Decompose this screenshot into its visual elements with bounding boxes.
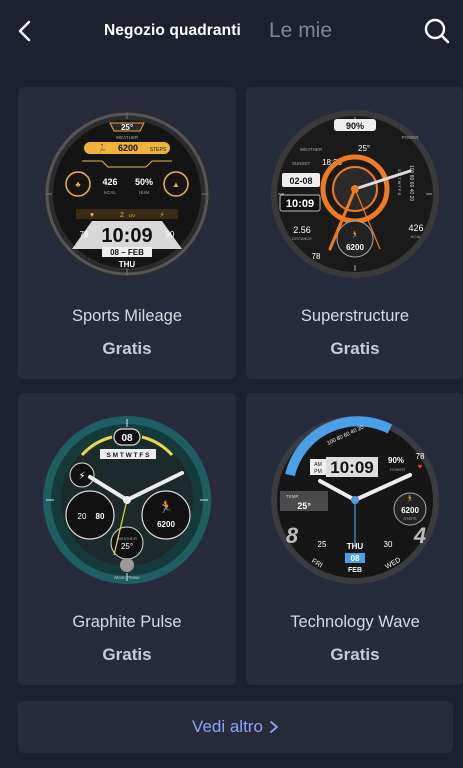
svg-text:10:09: 10:09 [286, 198, 314, 210]
svg-text:POWER: POWER [401, 135, 419, 140]
svg-text:25°: 25° [121, 123, 133, 132]
watchface-name: Graphite Pulse [72, 613, 182, 631]
svg-text:426: 426 [408, 223, 423, 233]
svg-text:30: 30 [384, 540, 393, 549]
search-icon [424, 18, 450, 44]
svg-text:2: 2 [120, 212, 124, 219]
svg-text:STEPS: STEPS [150, 147, 167, 153]
svg-text:DISTANCE: DISTANCE [292, 236, 312, 241]
svg-text:25°: 25° [358, 144, 370, 153]
see-more-button[interactable]: Vedi altro [18, 701, 453, 753]
svg-text:10:09: 10:09 [101, 225, 152, 247]
svg-text:POWER: POWER [390, 467, 405, 472]
svg-text:08: 08 [351, 554, 360, 563]
svg-text:20: 20 [78, 512, 87, 521]
svg-text:🏃: 🏃 [159, 500, 174, 514]
watchface-price: Gratis [102, 645, 152, 664]
svg-text:6200: 6200 [157, 520, 175, 529]
svg-text:6200: 6200 [118, 143, 138, 153]
watchface-name: Superstructure [300, 307, 410, 325]
watchface-card-technology-wave[interactable]: 100 80 60 40 20 AM PM 10:09 90% POWER 78… [246, 393, 463, 685]
svg-text:♥: ♥ [90, 212, 94, 219]
svg-text:90: 90 [166, 230, 175, 239]
svg-text:90%: 90% [388, 456, 404, 465]
svg-text:HUM: HUM [139, 190, 149, 195]
svg-text:TEMP: TEMP [286, 494, 299, 499]
search-button[interactable] [420, 14, 454, 48]
svg-text:Moon Phase: Moon Phase [114, 575, 140, 580]
watchface-preview-superstructure: 90% POWER WEATHER 25° SUNSET 18:30 02-08… [271, 110, 439, 278]
svg-text:⚡: ⚡ [78, 471, 85, 482]
watchface-name: Technology Wave [290, 613, 420, 631]
svg-text:KCAL: KCAL [104, 190, 116, 195]
svg-text:2.56: 2.56 [293, 225, 311, 235]
svg-text:UV: UV [129, 213, 135, 218]
watchface-price: Gratis [102, 339, 152, 358]
back-button[interactable] [10, 16, 40, 46]
svg-text:FEB: FEB [348, 567, 362, 574]
svg-text:90%: 90% [346, 121, 364, 131]
svg-text:WEATHER: WEATHER [116, 135, 139, 140]
svg-text:25°: 25° [297, 501, 311, 511]
watchface-preview-sports-mileage: 25° WEATHER 🏃 6200 STEPS ♣ ▲ 426 KCAL 50… [43, 110, 211, 278]
svg-text:6200: 6200 [401, 506, 419, 515]
svg-text:S M T W T F S: S M T W T F S [107, 452, 151, 459]
svg-text:♣: ♣ [75, 180, 81, 189]
svg-text:WEATHER: WEATHER [117, 536, 137, 541]
svg-text:SUNSET: SUNSET [292, 161, 311, 166]
svg-text:THU: THU [119, 260, 136, 269]
watchface-card-sports-mileage[interactable]: 25° WEATHER 🏃 6200 STEPS ♣ ▲ 426 KCAL 50… [18, 87, 236, 379]
svg-text:02-08: 02-08 [289, 176, 312, 186]
watchface-preview-graphite-pulse: 08 S M T W T F S ⚡ 20 80 🏃 6200 WEATHER … [43, 416, 211, 584]
see-more-label: Vedi altro [192, 717, 263, 736]
svg-text:08: 08 [121, 433, 133, 444]
svg-text:4: 4 [413, 523, 426, 548]
watchface-preview-technology-wave: 100 80 60 40 20 AM PM 10:09 90% POWER 78… [271, 416, 439, 584]
svg-text:STEPS: STEPS [403, 516, 416, 521]
tab-watchface-store[interactable]: Negozio quadranti [104, 22, 241, 40]
back-chevron-icon [18, 20, 31, 42]
svg-text:08 – FEB: 08 – FEB [110, 248, 144, 257]
svg-text:⚡: ⚡ [160, 211, 165, 219]
top-bar: Negozio quadranti Le mie [0, 0, 463, 62]
tab-my-faces[interactable]: Le mie [269, 19, 332, 43]
svg-text:🏃: 🏃 [97, 143, 107, 153]
svg-text:AM: AM [314, 462, 322, 468]
svg-text:25: 25 [318, 540, 327, 549]
watchface-card-graphite-pulse[interactable]: 08 S M T W T F S ⚡ 20 80 🏃 6200 WEATHER … [18, 393, 236, 685]
svg-text:426: 426 [102, 177, 117, 187]
svg-text:78: 78 [80, 230, 89, 239]
svg-text:8: 8 [286, 523, 299, 548]
watchface-price: Gratis [330, 339, 380, 358]
svg-text:▲: ▲ [172, 180, 180, 189]
svg-text:10:09: 10:09 [330, 458, 373, 477]
svg-text:🏃: 🏃 [351, 230, 360, 239]
watchface-name: Sports Mileage [71, 307, 183, 325]
svg-text:KCAL: KCAL [411, 234, 422, 239]
svg-text:6200: 6200 [346, 243, 364, 252]
svg-text:PM: PM [314, 469, 322, 475]
watchface-price: Gratis [330, 645, 380, 664]
svg-text:78: 78 [312, 252, 321, 261]
svg-text:🏃: 🏃 [406, 494, 415, 503]
svg-text:25°: 25° [121, 542, 133, 551]
svg-text:WEATHER: WEATHER [300, 147, 323, 152]
svg-text:♥: ♥ [418, 462, 423, 471]
svg-text:80: 80 [96, 512, 105, 521]
chevron-right-icon [270, 721, 278, 733]
watchface-card-superstructure[interactable]: 90% POWER WEATHER 25° SUNSET 18:30 02-08… [246, 87, 463, 379]
svg-text:50%: 50% [135, 177, 153, 187]
svg-text:78: 78 [416, 452, 425, 461]
